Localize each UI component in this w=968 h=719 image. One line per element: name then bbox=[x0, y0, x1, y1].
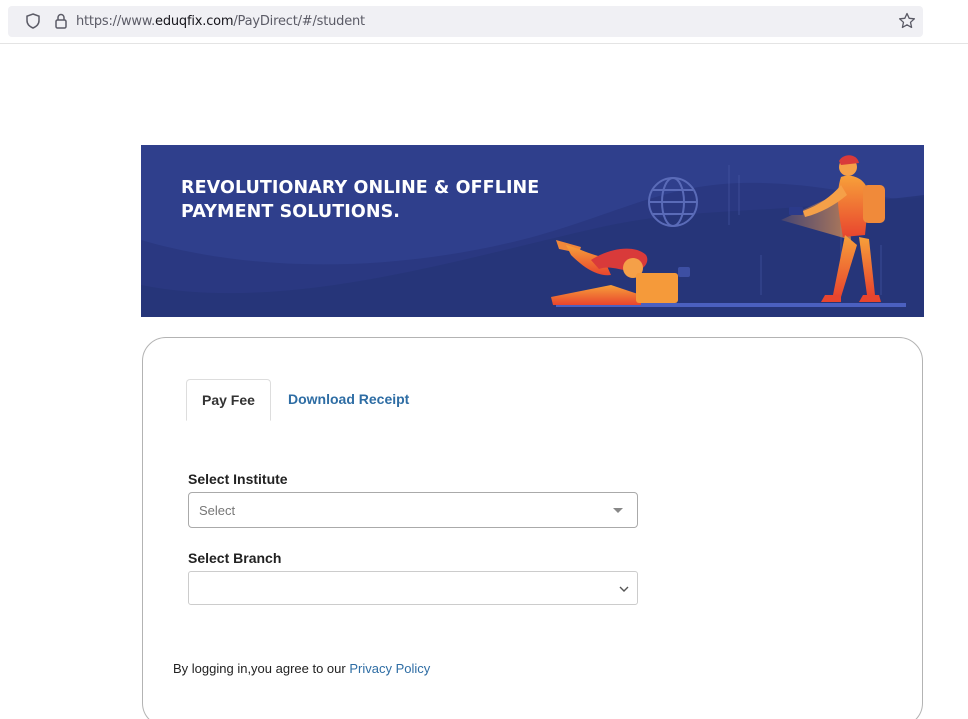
select-branch-label: Select Branch bbox=[188, 550, 282, 566]
shield-icon[interactable] bbox=[24, 12, 42, 30]
address-bar[interactable]: https://www.eduqfix.com/PayDirect/#/stud… bbox=[8, 6, 923, 37]
banner-title: REVOLUTIONARY ONLINE & OFFLINE PAYMENT S… bbox=[181, 176, 539, 224]
terms-notice: By logging in,you agree to our Privacy P… bbox=[173, 661, 430, 676]
payment-form-card: Pay Fee Download Receipt Select Institut… bbox=[142, 337, 923, 719]
caret-down-icon bbox=[613, 508, 623, 513]
browser-toolbar: https://www.eduqfix.com/PayDirect/#/stud… bbox=[0, 0, 968, 44]
select-branch-dropdown[interactable] bbox=[188, 571, 638, 605]
privacy-policy-link[interactable]: Privacy Policy bbox=[349, 661, 430, 676]
banner-title-line-2: PAYMENT SOLUTIONS. bbox=[181, 202, 401, 222]
lock-icon[interactable] bbox=[52, 12, 70, 30]
select-institute-label: Select Institute bbox=[188, 471, 288, 487]
url-text[interactable]: https://www.eduqfix.com/PayDirect/#/stud… bbox=[76, 14, 365, 29]
banner-illustration bbox=[141, 155, 924, 317]
banner-title-line-1: REVOLUTIONARY ONLINE & OFFLINE bbox=[181, 178, 540, 198]
chevron-down-icon bbox=[619, 586, 629, 592]
star-bookmark-icon[interactable] bbox=[897, 11, 917, 31]
terms-text: By logging in,you agree to our bbox=[173, 661, 350, 676]
select-institute-dropdown[interactable]: Select bbox=[188, 492, 638, 528]
select-institute-placeholder: Select bbox=[199, 503, 236, 518]
tab-download-receipt[interactable]: Download Receipt bbox=[273, 379, 424, 421]
hero-banner: REVOLUTIONARY ONLINE & OFFLINE PAYMENT S… bbox=[141, 145, 924, 317]
tab-pay-fee[interactable]: Pay Fee bbox=[186, 379, 271, 421]
